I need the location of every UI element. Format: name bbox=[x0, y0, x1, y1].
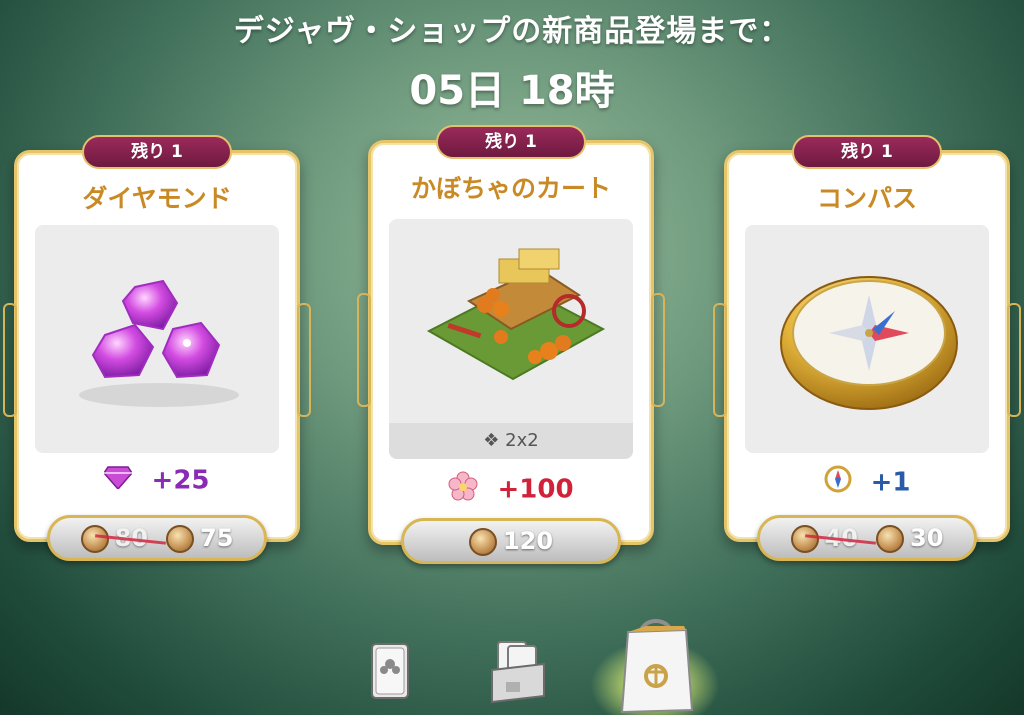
compass-icon bbox=[824, 465, 852, 500]
countdown-label: デジャヴ・ショップの新商品登場まで： bbox=[233, 14, 791, 49]
stock-badge: 残り 1 bbox=[792, 135, 942, 169]
countdown-value: 05日 18時 bbox=[409, 68, 615, 114]
price: 75 bbox=[200, 523, 234, 552]
item-title: ダイヤモンド bbox=[82, 184, 232, 213]
item-image bbox=[35, 225, 279, 453]
footprint-icon: ❖ bbox=[483, 430, 500, 451]
coin-icon bbox=[790, 524, 819, 553]
diamond-icon bbox=[103, 465, 134, 496]
coin-icon bbox=[876, 524, 904, 553]
item-title: コンパス bbox=[816, 184, 917, 213]
price-group: 30 bbox=[876, 524, 943, 553]
footprint-size: ❖ 2x2 bbox=[389, 423, 633, 459]
reward: +100 bbox=[371, 471, 651, 508]
coin-icon bbox=[166, 524, 194, 553]
reward-amount: +100 bbox=[497, 474, 574, 505]
buy-diamond-button[interactable]: 80 75 bbox=[47, 515, 267, 561]
card-tab-icon[interactable] bbox=[368, 640, 414, 702]
reward: +25 bbox=[17, 465, 297, 496]
buy-pumpkin-cart-button[interactable]: 120 bbox=[401, 518, 621, 564]
diamonds-image bbox=[79, 279, 239, 407]
item-title: かぼちゃのカート bbox=[410, 174, 611, 203]
pumpkin-cart-image bbox=[426, 248, 606, 381]
flower-icon bbox=[448, 471, 478, 508]
price: 30 bbox=[910, 523, 944, 552]
reward-amount: +25 bbox=[151, 465, 210, 496]
shop-item-diamond-card[interactable]: 残り 1 ダイヤモンド +25 80 75 bbox=[3, 135, 311, 561]
shop-bag-tab-icon[interactable] bbox=[606, 606, 706, 715]
old-price-group: 40 bbox=[790, 523, 858, 553]
footprint-value: 2x2 bbox=[505, 430, 539, 451]
shop-item-compass-card[interactable]: 残り 1 コンパス +1 40 30 bbox=[713, 135, 1021, 561]
old-price-group: 80 bbox=[80, 523, 148, 553]
item-image bbox=[745, 225, 989, 453]
price-group: 120 bbox=[468, 526, 554, 556]
stock-badge: 残り 1 bbox=[436, 125, 586, 159]
old-price: 40 bbox=[824, 523, 858, 552]
price: 120 bbox=[502, 526, 554, 555]
item-image: ❖ 2x2 bbox=[389, 219, 633, 459]
buy-compass-button[interactable]: 40 30 bbox=[757, 515, 977, 561]
price-group: 75 bbox=[166, 524, 233, 553]
shop-item-pumpkin-cart-card[interactable]: 残り 1 かぼちゃのカート ❖ 2x2 +100 120 bbox=[357, 125, 665, 564]
reward-amount: +1 bbox=[870, 467, 911, 498]
coin-icon bbox=[80, 524, 109, 553]
old-price: 80 bbox=[114, 523, 148, 552]
countdown-header: デジャヴ・ショップの新商品登場まで： 05日 18時 bbox=[0, 6, 1024, 116]
card-box-tab-icon[interactable] bbox=[488, 636, 548, 704]
stock-badge: 残り 1 bbox=[82, 135, 232, 169]
compass-image bbox=[780, 276, 958, 410]
coin-icon bbox=[468, 527, 497, 556]
reward: +1 bbox=[727, 465, 1007, 500]
